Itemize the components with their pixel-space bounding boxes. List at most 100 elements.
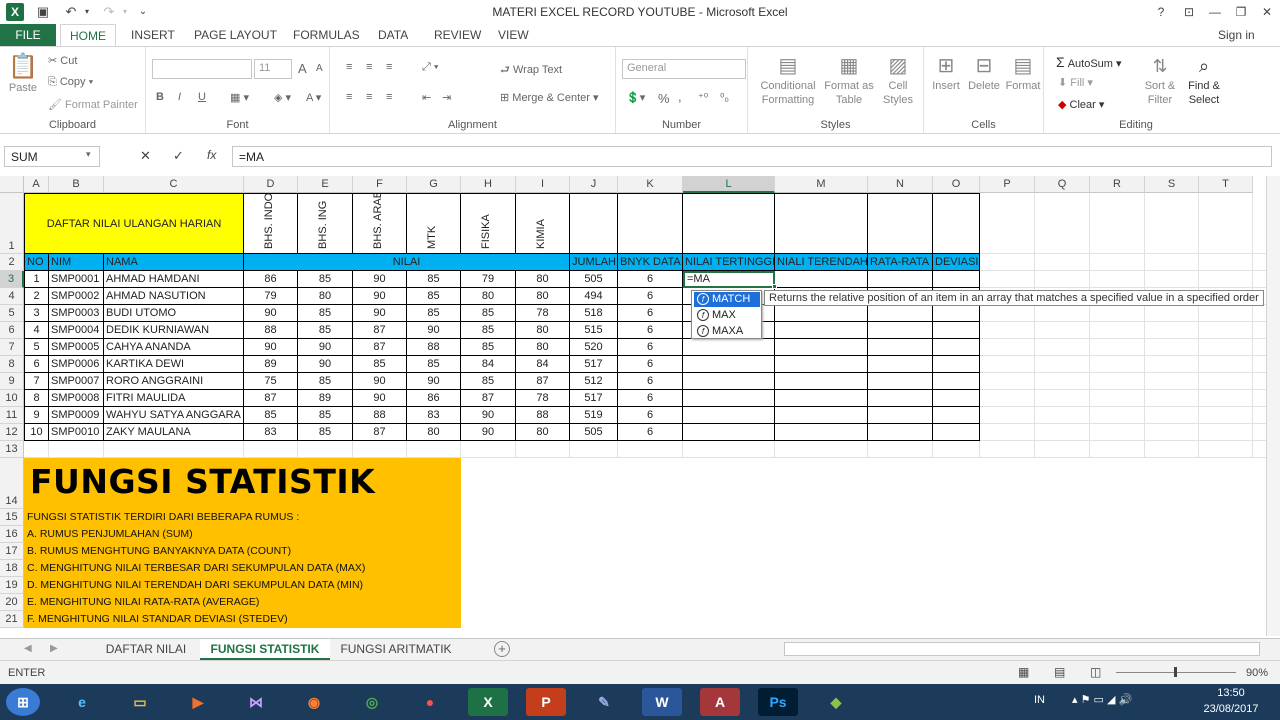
cell-no[interactable]: 6 — [24, 356, 49, 373]
conditional-formatting-button[interactable]: ▤ Conditional Formatting — [756, 53, 820, 107]
start-button-icon[interactable]: ⊞ — [6, 688, 40, 716]
cell-empty[interactable] — [868, 356, 933, 373]
cell-empty[interactable] — [683, 390, 775, 407]
row-header[interactable]: 14 — [0, 458, 24, 509]
cell-jumlah[interactable]: 519 — [570, 407, 618, 424]
shrink-font-button[interactable]: A — [316, 63, 323, 74]
tab-view[interactable]: VIEW — [498, 28, 529, 42]
row-header[interactable]: 20 — [0, 594, 24, 611]
cell-no[interactable]: 5 — [24, 339, 49, 356]
align-middle-icon[interactable]: ≡ — [366, 61, 372, 73]
align-bottom-icon[interactable]: ≡ — [386, 61, 392, 73]
cell-jumlah[interactable]: 512 — [570, 373, 618, 390]
cell-score[interactable]: 90 — [244, 305, 298, 322]
scroll-left-icon[interactable]: ◀ — [24, 643, 32, 654]
cell-score[interactable]: 85 — [298, 373, 353, 390]
cell-bnyk-data[interactable]: 6 — [618, 407, 683, 424]
cell-empty[interactable] — [868, 390, 933, 407]
cell-no[interactable]: 10 — [24, 424, 49, 441]
cell-score[interactable]: 90 — [353, 288, 407, 305]
autocomplete-item[interactable]: f MAX — [694, 308, 760, 323]
cell-score[interactable]: 90 — [461, 407, 516, 424]
header-deviasi[interactable]: DEVIASI — [933, 254, 980, 271]
row-header[interactable]: 21 — [0, 611, 24, 628]
header-cell-empty[interactable] — [933, 193, 980, 254]
cell-score[interactable]: 85 — [461, 305, 516, 322]
find-select-button[interactable]: ⌕ Find & Select — [1182, 53, 1226, 107]
cell-score[interactable]: 86 — [407, 390, 461, 407]
cell-nama[interactable]: RORO ANGGRAINI — [104, 373, 244, 390]
delete-button[interactable]: ⊟ Delete — [966, 53, 1002, 93]
column-header[interactable]: O — [933, 176, 980, 193]
cell-empty[interactable] — [775, 390, 868, 407]
cell-nama[interactable]: WAHYU SATYA ANGGARA — [104, 407, 244, 424]
row-header[interactable]: 3 — [0, 271, 24, 288]
cell-empty[interactable] — [868, 305, 933, 322]
row-header[interactable]: 19 — [0, 577, 24, 594]
cell-score[interactable]: 89 — [298, 390, 353, 407]
font-size-combo[interactable]: 11 — [254, 59, 292, 79]
cell-score[interactable]: 87 — [461, 390, 516, 407]
cell-empty[interactable] — [868, 271, 933, 288]
underline-button[interactable]: U — [198, 91, 206, 103]
tray-icons[interactable]: ▴ ⚑ ▭ ◢ 🔊 — [1072, 693, 1132, 706]
sheet-tab-fungsi-aritmatik[interactable]: FUNGSI ARITMATIK — [334, 639, 458, 660]
cell-empty[interactable] — [775, 271, 868, 288]
column-header[interactable]: P — [980, 176, 1035, 193]
cell-empty[interactable] — [683, 339, 775, 356]
file-explorer-icon[interactable]: ▭ — [120, 688, 160, 716]
cell-nim[interactable]: SMP0005 — [49, 339, 104, 356]
row-header[interactable]: 5 — [0, 305, 24, 322]
cell-score[interactable]: 79 — [244, 288, 298, 305]
input-language[interactable]: IN — [1034, 694, 1045, 706]
access-taskbar-icon[interactable]: A — [700, 688, 740, 716]
cell-nim[interactable]: SMP0004 — [49, 322, 104, 339]
cell-score[interactable]: 90 — [353, 305, 407, 322]
cell-nim[interactable]: SMP0010 — [49, 424, 104, 441]
cell-score[interactable]: 85 — [461, 339, 516, 356]
tab-insert[interactable]: INSERT — [131, 28, 175, 42]
cell-bnyk-data[interactable]: 6 — [618, 271, 683, 288]
cell-bnyk-data[interactable]: 6 — [618, 322, 683, 339]
photoshop-taskbar-icon[interactable]: Ps — [758, 688, 798, 716]
copy-button[interactable]: ⎘ Copy ▾ — [48, 76, 93, 89]
cell-empty[interactable] — [933, 322, 980, 339]
subject-header[interactable]: KIMIA — [516, 193, 570, 254]
number-format-combo[interactable]: General — [622, 59, 746, 79]
cell-nama[interactable]: AHMAD NASUTION — [104, 288, 244, 305]
column-header[interactable]: F — [353, 176, 407, 193]
tab-formulas[interactable]: FORMULAS — [293, 28, 360, 42]
row-header[interactable]: 2 — [0, 254, 24, 271]
tab-review[interactable]: REVIEW — [434, 28, 481, 42]
cell-score[interactable]: 85 — [298, 271, 353, 288]
cell-score[interactable]: 85 — [298, 322, 353, 339]
tab-data[interactable]: DATA — [378, 28, 408, 42]
title-cell[interactable]: DAFTAR NILAI ULANGAN HARIAN — [24, 193, 244, 254]
sort-filter-button[interactable]: ⇅ Sort & Filter — [1140, 53, 1180, 107]
align-top-icon[interactable]: ≡ — [346, 61, 352, 73]
insert-function-icon[interactable]: fx — [207, 148, 216, 162]
cut-button[interactable]: ✂ Cut — [48, 54, 77, 67]
header-cell-empty[interactable] — [775, 193, 868, 254]
header-nilai[interactable]: NILAI — [244, 254, 570, 271]
vertical-scrollbar[interactable] — [1266, 176, 1280, 636]
accounting-format-icon[interactable]: 💲▾ — [626, 91, 645, 104]
grow-font-button[interactable]: A — [298, 61, 307, 76]
clear-button[interactable]: ◆ Clear ▾ — [1058, 98, 1104, 111]
cell-jumlah[interactable]: 505 — [570, 424, 618, 441]
firefox-icon[interactable]: ◉ — [294, 688, 334, 716]
cell-empty[interactable] — [683, 407, 775, 424]
column-header[interactable]: M — [775, 176, 868, 193]
header-cell-empty[interactable] — [570, 193, 618, 254]
cell-empty[interactable] — [775, 356, 868, 373]
cell-styles-button[interactable]: ▨ Cell Styles — [876, 53, 920, 107]
recorder-icon[interactable]: ● — [410, 688, 450, 716]
fill-button[interactable]: ⬇ Fill ▾ — [1058, 76, 1093, 89]
row-header[interactable]: 1 — [0, 193, 24, 254]
cell-jumlah[interactable]: 505 — [570, 271, 618, 288]
cell-empty[interactable] — [683, 373, 775, 390]
cell-empty[interactable] — [683, 424, 775, 441]
select-all-corner[interactable] — [0, 176, 24, 193]
header-nilai-tertinggi[interactable]: NILAI TERTINGGI — [683, 254, 775, 271]
cell-score[interactable]: 90 — [298, 339, 353, 356]
